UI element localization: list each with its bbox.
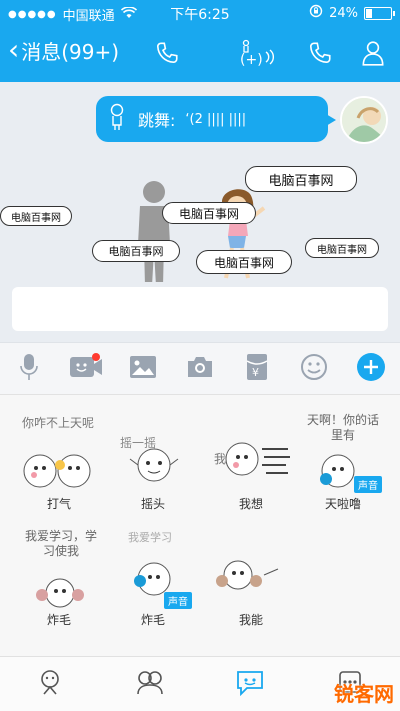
sticker-image [208, 529, 294, 615]
notification-dot [91, 352, 100, 361]
svg-text:(+): (+) [240, 52, 263, 68]
sticker-image: 我爱学习，学习使我 [16, 529, 102, 615]
watermark-label: 电脑百事网 [0, 206, 72, 226]
watermark-label: 电脑百事网 [245, 166, 357, 192]
emoji-button[interactable] [294, 349, 334, 389]
group-icon [135, 668, 165, 700]
phone-icon[interactable] [150, 36, 184, 70]
message-input[interactable] [12, 287, 388, 331]
back-label: 消息(99+) [21, 40, 120, 64]
chat-header: ‹ 消息(99+) (+) [0, 26, 400, 82]
sticker-caption: 我爱学习 [128, 530, 172, 544]
sticker-caption: 天啊！你的话里有 [306, 413, 379, 442]
sticker-item[interactable]: 摇一摇 摇头 [108, 413, 198, 523]
microphone-button[interactable] [9, 349, 49, 389]
sticker-item[interactable]: 天啊！你的话里有 声音 天啦噜 [298, 413, 388, 523]
profile-icon[interactable] [356, 36, 390, 70]
sticker-caption: 我爱学习，学习使我 [24, 529, 97, 558]
voice-message-bubble[interactable]: 跳舞: ‘(2 |||| |||| [96, 96, 336, 142]
message-waveform: ‘(2 |||| |||| [185, 111, 247, 127]
status-bar: ●●●●● 中国联通 下午6:25 24% [0, 0, 400, 26]
sticker-image: 天啊！你的话里有 声音 [300, 413, 386, 499]
red-packet-icon: ¥ [246, 353, 268, 385]
sticker-caption: 我 [214, 452, 226, 466]
camera-icon [186, 355, 214, 383]
face-icon [36, 668, 64, 700]
voice-badge: 声音 [354, 476, 382, 493]
red-packet-button[interactable]: ¥ [237, 349, 277, 389]
silhouette-figure [130, 180, 178, 288]
voice-figure-icon [106, 103, 128, 135]
sticker-image: 我 [208, 413, 294, 499]
emoji-icon [300, 353, 328, 385]
camera-button[interactable] [180, 349, 220, 389]
watermark-label: 电脑百事网 [162, 202, 256, 224]
status-right: 24% [309, 4, 395, 22]
input-toolbar: ¥ [0, 342, 400, 394]
message-label: 跳舞: [138, 111, 176, 130]
site-watermark: 锐客网 [334, 682, 394, 706]
sticker-image: 摇一摇 [110, 413, 196, 499]
back-button[interactable]: ‹ 消息(99+) [8, 32, 120, 66]
tab-sticker-chat[interactable] [228, 662, 272, 706]
sticker-item[interactable]: 我能 [206, 529, 296, 639]
avatar[interactable] [340, 96, 388, 144]
voice-badge: 声音 [164, 592, 192, 609]
orientation-lock-icon [309, 4, 323, 22]
input-area [0, 282, 400, 342]
sticker-item[interactable]: 我爱学习，学习使我 炸毛 [14, 529, 104, 639]
sticker-caption: 摇一摇 [120, 436, 156, 450]
watermark-label: 电脑百事网 [92, 240, 180, 262]
top-bar: ●●●●● 中国联通 下午6:25 24% ‹ 消息(99+) (+) [0, 0, 400, 82]
battery-icon [364, 6, 395, 20]
watermark-label: 电脑百事网 [196, 250, 292, 274]
sticker-image: 你咋不上天呢 [16, 413, 102, 499]
svg-text:¥: ¥ [252, 366, 259, 379]
watermark-label: 电脑百事网 [305, 238, 379, 258]
video-call-button[interactable] [66, 349, 106, 389]
plus-button[interactable] [351, 349, 391, 389]
sticker-item[interactable]: 我 我想 [206, 413, 296, 523]
sticker-item[interactable]: 你咋不上天呢 打气 [14, 413, 104, 523]
sticker-chat-icon [235, 668, 265, 700]
tab-group[interactable] [128, 662, 172, 706]
chat-screen: ●●●●● 中国联通 下午6:25 24% ‹ 消息(99+) (+) 跳舞: … [0, 0, 400, 711]
sticker-caption: 你咋不上天呢 [22, 416, 94, 430]
sticker-image: 我爱学习 声音 [110, 529, 196, 615]
voice-change-icon[interactable]: (+) [232, 36, 280, 70]
battery-percent: 24% [329, 5, 358, 21]
phone-icon[interactable] [303, 36, 337, 70]
microphone-icon [18, 352, 40, 386]
plus-icon [356, 352, 386, 386]
sticker-item[interactable]: 我爱学习 声音 炸毛 [108, 529, 198, 639]
image-icon [129, 355, 157, 383]
image-button[interactable] [123, 349, 163, 389]
chevron-left-icon: ‹ [8, 32, 20, 66]
sticker-panel: 你咋不上天呢 打气 摇一摇 摇头 我 我想 天啊！你的话里有 声音 天啦噜 我爱… [0, 394, 400, 656]
tab-face[interactable] [28, 662, 72, 706]
